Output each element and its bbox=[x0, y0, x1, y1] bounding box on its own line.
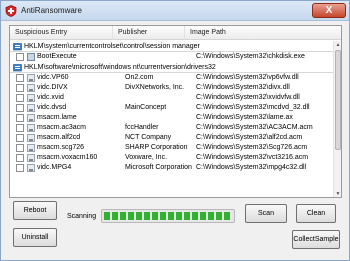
entry-checkbox[interactable] bbox=[16, 104, 24, 112]
entry-image-path: C:\Windows\System32\mpg4c32.dll bbox=[196, 164, 307, 171]
entry-image-path: C:\Windows\System32\alf2cd.acm bbox=[196, 134, 303, 141]
column-header-publisher[interactable]: Publisher bbox=[113, 26, 185, 40]
column-header-image-path[interactable]: Image Path bbox=[185, 26, 335, 40]
dll-file-icon bbox=[27, 94, 35, 102]
list-item[interactable]: vidc.xvid C:\Windows\System32\xvidvfw.dl… bbox=[10, 93, 335, 103]
progress-fill bbox=[104, 212, 232, 220]
dll-file-icon bbox=[27, 104, 35, 112]
entry-name: msacm.ac3acm bbox=[37, 124, 87, 131]
entry-image-path: C:\Windows\System32\xvidvfw.dll bbox=[196, 94, 300, 101]
list-item[interactable]: msacm.voxacm160 Voxware, Inc. C:\Windows… bbox=[10, 153, 335, 163]
dll-file-icon bbox=[27, 114, 35, 122]
registry-group-row[interactable]: HKLM\software\microsoft\windows nt\curre… bbox=[10, 62, 335, 73]
registry-key-text: HKLM\system\currentcontrolset\control\se… bbox=[24, 43, 200, 50]
close-icon: X bbox=[325, 5, 333, 16]
registry-key-icon bbox=[13, 43, 22, 51]
entry-checkbox[interactable] bbox=[16, 74, 24, 82]
scan-progress-bar bbox=[101, 209, 235, 223]
vertical-scrollbar[interactable]: ▲ ▼ bbox=[333, 41, 341, 197]
list-item[interactable]: msacm.scg726 SHARP Corporation C:\Window… bbox=[10, 143, 335, 153]
entry-image-path: C:\Windows\System32\lame.ax bbox=[196, 114, 293, 121]
clean-button[interactable]: Clean bbox=[296, 204, 336, 223]
entry-publisher: SHARP Corporation bbox=[125, 144, 188, 151]
list-header: Suspicious Entry Publisher Image Path bbox=[10, 26, 341, 40]
scroll-down-arrow-icon[interactable]: ▼ bbox=[334, 190, 341, 197]
entry-checkbox[interactable] bbox=[16, 124, 24, 132]
entry-publisher: fccHandler bbox=[125, 124, 159, 131]
system-file-icon bbox=[27, 53, 35, 61]
entry-name: vidc.DIVX bbox=[37, 84, 68, 91]
entry-image-path: C:\Windows\System32\vct3216.acm bbox=[196, 154, 309, 161]
scan-button[interactable]: Scan bbox=[245, 204, 287, 223]
scanning-label: Scanning bbox=[67, 213, 97, 220]
column-header-entry[interactable]: Suspicious Entry bbox=[10, 26, 113, 40]
entry-name: vidc.MPG4 bbox=[37, 164, 72, 171]
scrollbar-thumb[interactable] bbox=[335, 50, 341, 150]
reboot-button[interactable]: Reboot bbox=[13, 201, 57, 220]
app-logo-icon bbox=[5, 5, 17, 17]
app-window: AntiRansomware X Suspicious Entry Publis… bbox=[0, 0, 350, 261]
entry-image-path: C:\Windows\System32\divx.dll bbox=[196, 84, 290, 91]
close-button[interactable]: X bbox=[312, 3, 346, 18]
entry-name: vidc.dvsd bbox=[37, 104, 67, 111]
entry-image-path: C:\Windows\System32\mcdvd_32.dll bbox=[196, 104, 310, 111]
list-item[interactable]: vidc.DIVX DivXNetworks, Inc. C:\Windows\… bbox=[10, 83, 335, 93]
scroll-up-arrow-icon[interactable]: ▲ bbox=[334, 41, 341, 49]
entry-checkbox[interactable] bbox=[16, 164, 24, 172]
entry-name: BootExecute bbox=[37, 53, 77, 60]
entry-checkbox[interactable] bbox=[16, 154, 24, 162]
list-item[interactable]: msacm.ac3acm fccHandler C:\Windows\Syste… bbox=[10, 123, 335, 133]
uninstall-button[interactable]: Uninstall bbox=[13, 228, 57, 247]
entry-publisher: MainConcept bbox=[125, 104, 167, 111]
dll-file-icon bbox=[27, 144, 35, 152]
entry-name: msacm.alf2cd bbox=[37, 134, 81, 141]
entry-image-path: C:\Windows\System32\chkdisk.exe bbox=[196, 53, 305, 60]
entry-name: msacm.voxacm160 bbox=[37, 154, 98, 161]
registry-key-icon bbox=[13, 64, 22, 72]
list-item[interactable]: msacm.lame C:\Windows\System32\lame.ax bbox=[10, 113, 335, 123]
list-item[interactable]: vidc.MPG4 Microsoft Corporation C:\Windo… bbox=[10, 163, 335, 173]
entry-publisher: Voxware, Inc. bbox=[125, 154, 168, 161]
entry-publisher: NCT Company bbox=[125, 134, 172, 141]
list-item[interactable]: BootExecute C:\Windows\System32\chkdisk.… bbox=[10, 52, 335, 62]
entry-publisher: On2.com bbox=[125, 74, 154, 81]
list-item[interactable]: vidc.VP60 On2.com C:\Windows\System32\vp… bbox=[10, 73, 335, 83]
entry-name: vidc.VP60 bbox=[37, 74, 69, 81]
dll-file-icon bbox=[27, 164, 35, 172]
list-item[interactable]: vidc.dvsd MainConcept C:\Windows\System3… bbox=[10, 103, 335, 113]
list-rows: HKLM\system\currentcontrolset\control\se… bbox=[10, 41, 335, 173]
entry-image-path: C:\Windows\System32\Scg726.acm bbox=[196, 144, 308, 151]
entry-checkbox[interactable] bbox=[16, 134, 24, 142]
collect-sample-button[interactable]: CollectSample bbox=[292, 230, 340, 249]
entry-name: msacm.lame bbox=[37, 114, 77, 121]
dll-file-icon bbox=[27, 134, 35, 142]
entry-checkbox[interactable] bbox=[16, 53, 24, 61]
entry-checkbox[interactable] bbox=[16, 84, 24, 92]
entry-name: msacm.scg726 bbox=[37, 144, 85, 151]
dll-file-icon bbox=[27, 74, 35, 82]
dll-file-icon bbox=[27, 154, 35, 162]
list-item[interactable]: msacm.alf2cd NCT Company C:\Windows\Syst… bbox=[10, 133, 335, 143]
entry-name: vidc.xvid bbox=[37, 94, 64, 101]
entry-publisher: Microsoft Corporation bbox=[125, 164, 192, 171]
registry-group-row[interactable]: HKLM\system\currentcontrolset\control\se… bbox=[10, 41, 335, 52]
suspicious-entries-list[interactable]: Suspicious Entry Publisher Image Path HK… bbox=[9, 25, 342, 198]
dll-file-icon bbox=[27, 84, 35, 92]
entry-checkbox[interactable] bbox=[16, 114, 24, 122]
title-bar[interactable]: AntiRansomware X bbox=[1, 1, 349, 21]
entry-image-path: C:\Windows\System32\AC3ACM.acm bbox=[196, 124, 313, 131]
window-title: AntiRansomware bbox=[21, 6, 82, 15]
dll-file-icon bbox=[27, 124, 35, 132]
entry-publisher: DivXNetworks, Inc. bbox=[125, 84, 185, 91]
registry-key-text: HKLM\software\microsoft\windows nt\curre… bbox=[24, 64, 216, 71]
entry-checkbox[interactable] bbox=[16, 144, 24, 152]
entry-checkbox[interactable] bbox=[16, 94, 24, 102]
entry-image-path: C:\Windows\System32\vp6vfw.dll bbox=[196, 74, 299, 81]
